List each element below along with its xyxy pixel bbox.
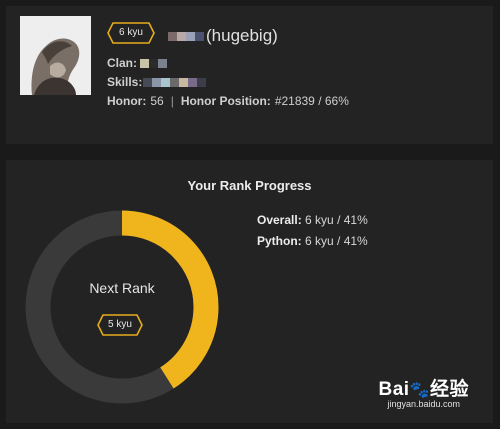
profile-card: 6 kyu (hugebig) Clan: Skills: Honor: 56 …: [6, 6, 493, 144]
python-value: 6 kyu / 41%: [305, 234, 368, 248]
honor-separator: |: [170, 94, 174, 108]
rank-progress-card: Your Rank Progress Overall: 6 kyu / 41% …: [6, 160, 493, 423]
honor-position-value: #21839 / 66%: [274, 94, 349, 108]
username-row: (hugebig): [168, 26, 278, 46]
clan-label: Clan:: [107, 56, 137, 70]
avatar-photo: [20, 16, 91, 95]
honor-position-label: Honor Position:: [180, 94, 271, 108]
username[interactable]: (hugebig): [206, 26, 278, 46]
next-rank-label: Next Rank: [89, 280, 155, 296]
clan-row: Clan:: [107, 56, 167, 70]
overall-value: 6 kyu / 41%: [305, 213, 368, 227]
next-rank-badge: 5 kyu: [97, 314, 143, 336]
python-label: Python:: [257, 234, 302, 248]
overall-progress: Overall: 6 kyu / 41%: [257, 213, 368, 227]
baidu-logo: Bai🐾经验: [378, 379, 469, 400]
rank-progress-donut: [25, 210, 219, 404]
skills-label: Skills:: [107, 75, 143, 89]
rank-progress-title: Your Rank Progress: [187, 178, 312, 193]
baidu-watermark: Bai🐾经验 jingyan.baidu.com: [378, 374, 469, 409]
rank-badge: 6 kyu: [107, 22, 155, 44]
skills-row: Skills:: [107, 75, 207, 89]
avatar[interactable]: [20, 16, 91, 95]
baidu-url: jingyan.baidu.com: [387, 399, 461, 409]
honor-value: 56: [150, 94, 164, 108]
rank-badge-label: 6 kyu: [119, 27, 143, 38]
paw-icon: 🐾: [409, 382, 430, 399]
honor-row: Honor: 56 | Honor Position: #21839 / 66%: [107, 94, 349, 108]
python-progress: Python: 6 kyu / 41%: [257, 234, 368, 248]
overall-label: Overall:: [257, 213, 302, 227]
next-rank-badge-label: 5 kyu: [108, 319, 132, 330]
honor-label: Honor:: [107, 94, 147, 108]
